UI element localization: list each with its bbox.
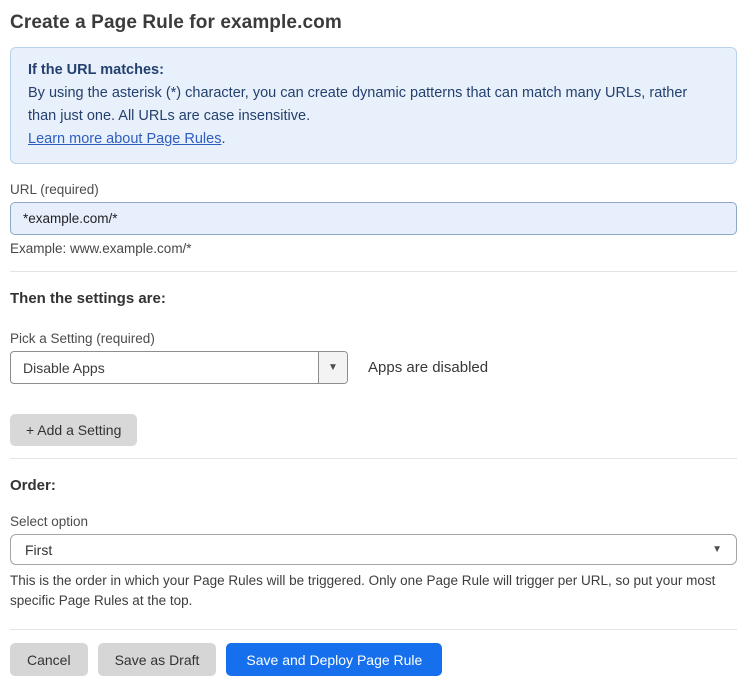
- settings-section-heading: Then the settings are:: [10, 290, 166, 307]
- caret-down-icon: ▼: [712, 544, 722, 555]
- pick-setting-label: Pick a Setting (required): [10, 331, 155, 346]
- divider: [10, 271, 737, 272]
- setting-row: Disable Apps ▼ Apps are disabled: [10, 351, 737, 384]
- order-select[interactable]: First ▼: [10, 534, 737, 565]
- info-box-link-line: Learn more about Page Rules.: [28, 128, 719, 151]
- caret-down-icon[interactable]: ▼: [318, 352, 347, 383]
- setting-status-text: Apps are disabled: [368, 359, 489, 376]
- save-and-deploy-button[interactable]: Save and Deploy Page Rule: [226, 643, 443, 676]
- order-section-heading: Order:: [10, 477, 56, 494]
- page-rule-form: Create a Page Rule for example.com If th…: [0, 12, 750, 676]
- divider: [10, 629, 737, 630]
- setting-dropdown[interactable]: Disable Apps ▼: [10, 351, 348, 384]
- info-box-heading: If the URL matches:: [28, 62, 164, 78]
- page-title: Create a Page Rule for example.com: [10, 12, 342, 33]
- order-helper-text: This is the order in which your Page Rul…: [10, 573, 716, 608]
- learn-more-link[interactable]: Learn more about Page Rules: [28, 131, 221, 147]
- setting-dropdown-value: Disable Apps: [23, 359, 105, 376]
- order-select-label: Select option: [10, 514, 89, 529]
- url-example-helper: Example: www.example.com/*: [10, 241, 192, 256]
- add-setting-button[interactable]: + Add a Setting: [10, 414, 138, 446]
- info-box-body: By using the asterisk (*) character, you…: [28, 85, 688, 124]
- divider: [10, 458, 737, 459]
- footer-actions: Cancel Save as Draft Save and Deploy Pag…: [10, 643, 737, 676]
- url-field-label: URL (required): [10, 182, 99, 197]
- order-select-value: First: [25, 541, 53, 558]
- url-input[interactable]: [10, 202, 737, 235]
- save-as-draft-button[interactable]: Save as Draft: [97, 643, 217, 676]
- link-suffix: .: [221, 131, 226, 147]
- url-match-info-box: If the URL matches: By using the asteris…: [10, 47, 737, 164]
- cancel-button[interactable]: Cancel: [10, 643, 88, 676]
